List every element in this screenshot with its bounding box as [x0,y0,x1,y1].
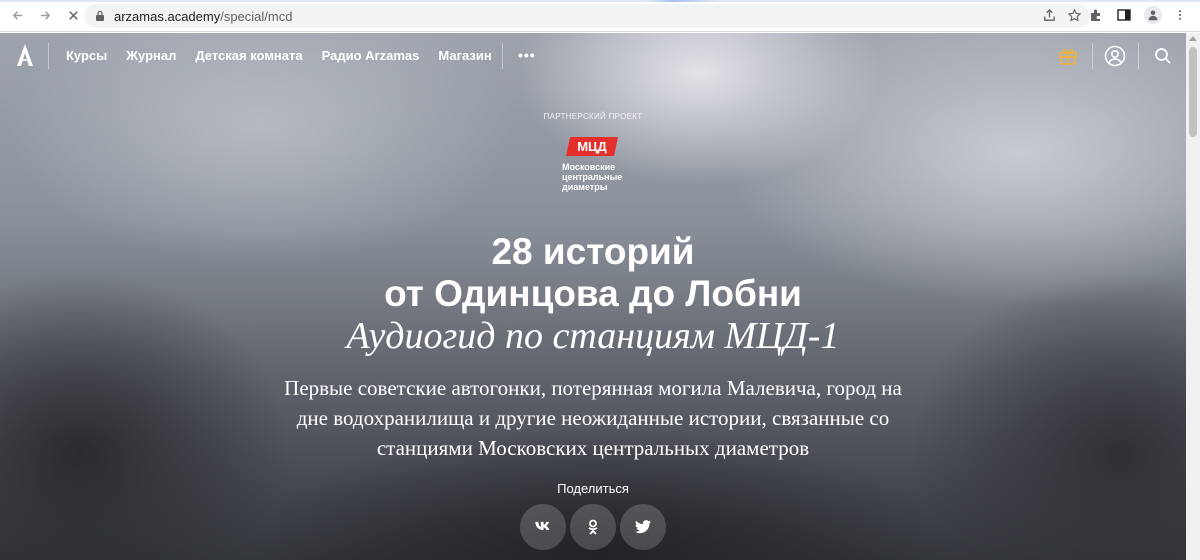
star-bookmark-icon[interactable] [1067,8,1082,23]
header-divider [48,43,49,69]
lock-icon [96,10,104,21]
scrollbar-thumb[interactable] [1189,47,1197,137]
share-ok-button[interactable] [570,504,616,550]
nav-item-courses[interactable]: Курсы [66,48,107,63]
kebab-menu-icon[interactable] [1174,7,1186,23]
page-description: Первые советские автогонки, потерянная м… [284,376,902,460]
page-title: 28 историй от Одинцова до Лобни [0,231,1186,315]
page-title-line: 28 историй [491,231,695,272]
partner-project-label: ПАРТНЕРСКИЙ ПРОЕКТ [543,112,643,121]
scroll-up-arrow[interactable] [1189,36,1197,41]
main-nav: Курсы Журнал Детская комната Радио Arzam… [66,48,492,63]
twitter-icon [635,520,651,534]
stop-loading-button[interactable] [62,5,84,27]
mcd-name: Московские центральные диаметры [562,162,622,192]
close-icon [68,11,78,20]
vk-icon [535,521,550,530]
mcd-name-line: центральные [562,172,623,182]
person-icon [1148,10,1158,21]
arrow-left-icon [12,11,22,20]
nav-item-kids-room[interactable]: Детская комната [195,48,302,63]
mcd-badge: МЦД [566,137,618,156]
side-panel-icon[interactable] [1116,7,1132,23]
hero-section: Курсы Журнал Детская комната Радио Arzam… [0,33,1186,560]
site-header: Курсы Журнал Детская комната Радио Arzam… [0,33,1186,79]
share-label: Поделиться [557,481,629,496]
share-vk-button[interactable] [520,504,566,550]
back-button[interactable] [6,5,28,27]
arrow-right-icon [40,11,50,20]
browser-toolbar: arzamas.academy/special/mcd [0,0,1200,32]
url-path: /special/mcd [220,8,293,24]
share-buttons [520,504,666,550]
mcd-name-line: Московские [562,162,616,172]
mcd-partner-logo[interactable]: МЦД Московские центральные диаметры [562,135,632,197]
search-icon[interactable] [1154,47,1172,65]
page-subtitle: Аудиогид по станциям МЦД-1 [346,315,840,357]
address-bar[interactable]: arzamas.academy/special/mcd [84,4,1090,28]
more-menu-button[interactable]: ••• [518,47,536,63]
nav-item-journal[interactable]: Журнал [126,48,176,63]
profile-avatar[interactable] [1144,6,1162,24]
mcd-badge-text: МЦД [577,139,607,154]
share-page-icon[interactable] [1042,8,1057,23]
odnoklassniki-icon [588,519,598,535]
arzamas-logo-icon[interactable] [14,43,36,67]
page-title-line: от Одинцова до Лобни [384,273,802,314]
url-host: arzamas.academy [114,8,221,24]
nav-item-shop[interactable]: Магазин [438,48,491,63]
nav-item-radio[interactable]: Радио Arzamas [322,48,420,63]
extensions-puzzle-icon[interactable] [1088,7,1104,23]
user-account-icon[interactable] [1104,45,1126,67]
page-loading-bar [0,0,1200,2]
header-divider [1092,43,1093,69]
header-divider [502,43,503,69]
header-divider [1138,43,1139,69]
share-twitter-button[interactable] [620,504,666,550]
forward-button[interactable] [34,5,56,27]
page-scrollbar[interactable] [1186,33,1200,560]
gift-icon[interactable] [1058,46,1078,66]
mcd-name-line: диаметры [562,182,608,192]
